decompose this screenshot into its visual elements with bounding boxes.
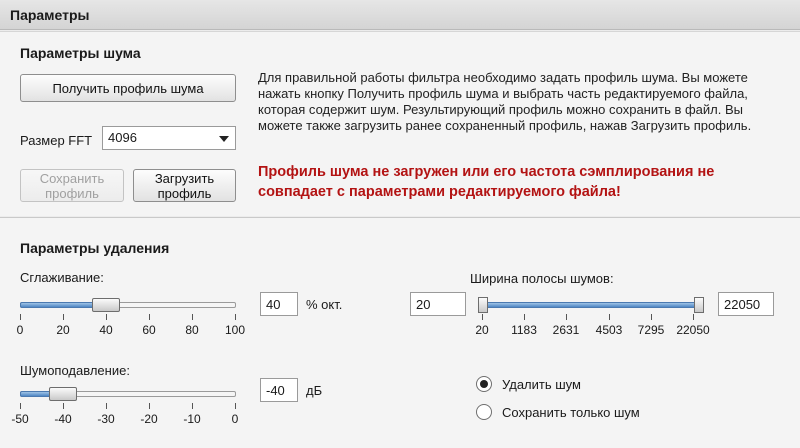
suppression-tick-label: -50 xyxy=(11,412,29,426)
panel-header: Параметры xyxy=(0,0,800,30)
suppression-tick xyxy=(106,403,107,409)
remove-noise-label: Удалить шум xyxy=(502,377,581,392)
suppression-tick xyxy=(235,403,236,409)
bandwidth-tick xyxy=(609,314,610,320)
suppression-thumb[interactable] xyxy=(49,387,77,401)
suppression-unit: дБ xyxy=(306,383,323,398)
removal-params-group: Параметры удаления Сглаживание: 0 20 40 60 8… xyxy=(0,217,800,448)
fft-size-select[interactable]: 4096 xyxy=(102,126,236,150)
smoothing-tick xyxy=(106,314,107,320)
bandwidth-tick-label: 1183 xyxy=(511,323,537,337)
bandwidth-ticks: 20 1183 2631 4503 7295 22050 xyxy=(475,314,710,337)
get-noise-profile-button[interactable]: Получить профиль шума xyxy=(20,74,236,102)
bandwidth-tick xyxy=(482,314,483,320)
bandwidth-tick xyxy=(524,314,525,320)
bandwidth-tick xyxy=(651,314,652,320)
noise-profile-description: Для правильной работы фильтра необходимо… xyxy=(258,70,752,133)
panel-title: Параметры xyxy=(10,7,90,23)
bandwidth-tick-label: 20 xyxy=(475,323,489,337)
smoothing-tick-label: 100 xyxy=(224,323,246,337)
smoothing-tick xyxy=(63,314,64,320)
fft-size-value: 4096 xyxy=(108,130,137,145)
noise-params-title: Параметры шума xyxy=(20,45,141,61)
keep-noise-only-radio[interactable] xyxy=(476,404,492,420)
bandwidth-low-input[interactable]: 20 xyxy=(410,292,466,316)
suppression-tick xyxy=(63,403,64,409)
bandwidth-tick xyxy=(693,314,694,320)
suppression-label: Шумоподавление: xyxy=(20,363,130,378)
remove-noise-radio[interactable] xyxy=(476,376,492,392)
smoothing-label: Сглаживание: xyxy=(20,270,104,285)
suppression-tick xyxy=(20,403,21,409)
suppression-tick-label: -20 xyxy=(140,412,158,426)
suppression-tick-label: -30 xyxy=(97,412,115,426)
chevron-down-icon xyxy=(219,136,229,142)
smoothing-tick-label: 80 xyxy=(185,323,199,337)
noise-params-group: Параметры шума Получить профиль шума Раз… xyxy=(0,31,800,216)
smoothing-tick xyxy=(20,314,21,320)
suppression-tick xyxy=(149,403,150,409)
smoothing-tick xyxy=(192,314,193,320)
bandwidth-tick-label: 4503 xyxy=(595,323,623,337)
bandwidth-high-input[interactable]: 22050 xyxy=(718,292,774,316)
smoothing-ticks: 0 20 40 60 80 100 xyxy=(17,314,245,337)
suppression-ticks: -50 -40 -30 -20 -10 0 xyxy=(11,403,238,426)
suppression-tick-label: 0 xyxy=(231,412,239,426)
smoothing-slider[interactable]: 0 20 40 60 80 100 xyxy=(17,292,245,337)
suppression-value-input[interactable]: -40 xyxy=(260,378,298,402)
smoothing-value-input[interactable]: 40 xyxy=(260,292,298,316)
save-profile-button[interactable]: Сохранить профиль xyxy=(20,169,124,202)
smoothing-tick-label: 20 xyxy=(56,323,70,337)
keep-noise-only-label: Сохранить только шум xyxy=(502,405,640,420)
bandwidth-tick-label: 2631 xyxy=(552,323,580,337)
suppression-tick-label: -40 xyxy=(54,412,72,426)
bandwidth-high-thumb[interactable] xyxy=(694,297,704,313)
bandwidth-tick-label: 22050 xyxy=(676,323,710,337)
bandwidth-label: Ширина полосы шумов: xyxy=(470,271,614,286)
smoothing-tick-label: 60 xyxy=(142,323,156,337)
smoothing-tick xyxy=(235,314,236,320)
suppression-slider[interactable]: -50 -40 -30 -20 -10 0 xyxy=(11,381,238,426)
removal-params-title: Параметры удаления xyxy=(20,240,170,256)
bandwidth-track-fill xyxy=(484,302,696,308)
suppression-tick xyxy=(192,403,193,409)
bandwidth-range-slider[interactable]: 20 1183 2631 4503 7295 22050 xyxy=(475,292,712,337)
smoothing-tick xyxy=(149,314,150,320)
fft-size-label: Размер FFT xyxy=(20,133,93,148)
bandwidth-tick xyxy=(566,314,567,320)
smoothing-tick-label: 0 xyxy=(16,323,24,337)
bandwidth-tick-label: 7295 xyxy=(637,323,665,337)
suppression-tick-label: -10 xyxy=(183,412,201,426)
load-profile-button[interactable]: Загрузить профиль xyxy=(133,169,236,202)
smoothing-thumb[interactable] xyxy=(92,298,120,312)
bandwidth-low-thumb[interactable] xyxy=(478,297,488,313)
smoothing-tick-label: 40 xyxy=(99,323,113,337)
smoothing-unit: % окт. xyxy=(306,297,343,312)
noise-profile-warning: Профиль шума не загружен или его частота… xyxy=(258,164,715,200)
